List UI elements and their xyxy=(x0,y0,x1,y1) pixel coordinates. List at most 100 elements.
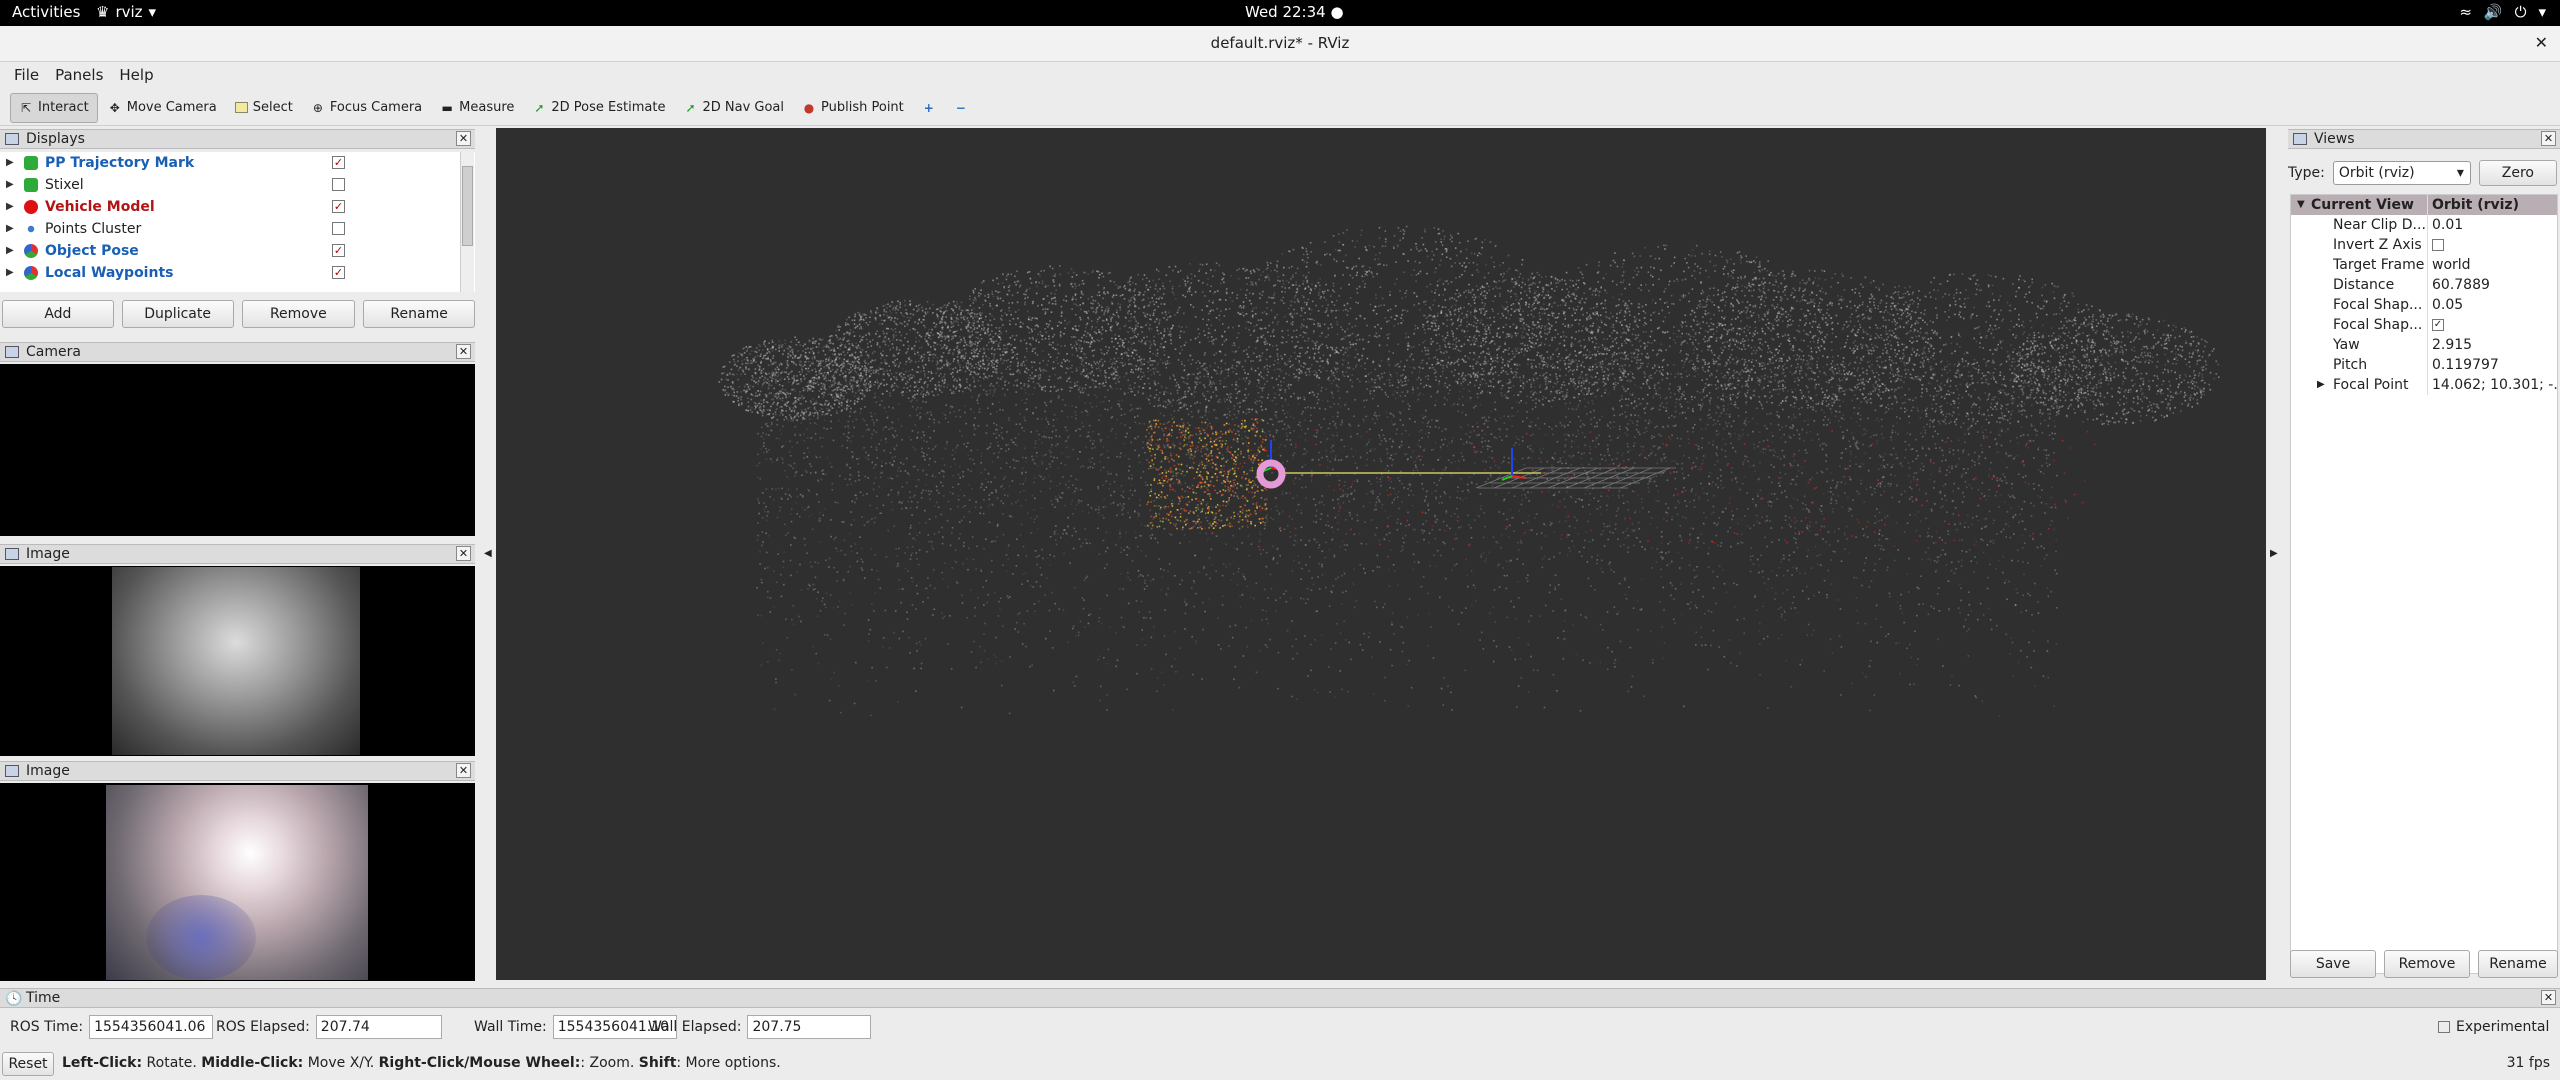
publish-point-tool[interactable]: ● Publish Point xyxy=(794,93,912,123)
clock[interactable]: Wed 22:34 ● xyxy=(1245,3,1344,21)
expand-icon[interactable]: ▶ xyxy=(6,240,14,262)
display-checkbox[interactable] xyxy=(332,178,345,191)
app-menu[interactable]: ♛ rviz ▾ xyxy=(96,3,156,21)
property-row[interactable]: ▶ Focal Point 14.062; 10.301; -... xyxy=(2291,375,2557,395)
wall-elapsed-field[interactable]: 207.75 xyxy=(747,1015,872,1039)
focal-shape-checkbox[interactable]: ✓ xyxy=(2427,315,2557,335)
expand-icon[interactable]: ▶ xyxy=(6,152,14,174)
property-value[interactable]: 0.119797 xyxy=(2427,355,2557,375)
close-icon[interactable]: ✕ xyxy=(456,344,471,359)
pose-estimate-label: 2D Pose Estimate xyxy=(551,100,666,115)
checkbox[interactable] xyxy=(2432,239,2444,251)
menu-help[interactable]: Help xyxy=(113,62,159,88)
display-item[interactable]: ▶ Stixel xyxy=(0,174,475,196)
display-item[interactable]: ▶ Local Waypoints ✓ xyxy=(0,262,475,284)
close-icon[interactable]: ✕ xyxy=(456,763,471,778)
move-camera-tool[interactable]: ✥ Move Camera xyxy=(100,93,225,123)
display-checkbox[interactable]: ✓ xyxy=(332,200,345,213)
property-row[interactable]: Focal Shap... 0.05 xyxy=(2291,295,2557,315)
time-panel-header: 🕓 Time ✕ xyxy=(0,988,2560,1008)
ros-time-field[interactable]: 1554356041.06 xyxy=(89,1015,214,1039)
display-item[interactable]: ▶ Vehicle Model ✓ xyxy=(0,196,475,218)
display-item[interactable]: ▶ Points Cluster xyxy=(0,218,475,240)
experimental-checkbox[interactable] xyxy=(2438,1021,2450,1033)
display-checkbox[interactable]: ✓ xyxy=(332,266,345,279)
property-row[interactable]: Yaw 2.915 xyxy=(2291,335,2557,355)
collapse-left-handle[interactable]: ◀ xyxy=(484,548,492,559)
interact-tool[interactable]: ⇱ Interact xyxy=(10,92,98,123)
property-value[interactable]: 0.01 xyxy=(2427,215,2557,235)
clock-icon: 🕓 xyxy=(5,991,23,1007)
monitor-icon xyxy=(5,346,19,358)
display-checkbox[interactable]: ✓ xyxy=(332,244,345,257)
property-row[interactable]: Invert Z Axis xyxy=(2291,235,2557,255)
render-viewport[interactable] xyxy=(496,128,2266,980)
crosshair-icon: ⊕ xyxy=(312,100,323,115)
focus-camera-tool[interactable]: ⊕ Focus Camera xyxy=(303,93,430,123)
hint-text: Move X/Y. xyxy=(303,1055,379,1071)
add-tool-button[interactable]: + xyxy=(914,93,944,123)
collapse-icon[interactable]: ▼ xyxy=(2297,195,2305,215)
system-tray[interactable]: ≈ 🔊 ⏻ ▾ xyxy=(2459,3,2546,21)
checkbox[interactable]: ✓ xyxy=(2432,319,2444,331)
current-view-row[interactable]: ▼ Current View Orbit (rviz) xyxy=(2291,195,2557,215)
close-icon[interactable]: ✕ xyxy=(2541,990,2556,1005)
pose-estimate-tool[interactable]: ➚ 2D Pose Estimate xyxy=(524,93,673,123)
property-value[interactable]: 2.915 xyxy=(2427,335,2557,355)
expand-icon[interactable]: ▶ xyxy=(2317,375,2325,395)
status-bar: Reset Left-Click: Rotate. Middle-Click: … xyxy=(0,1052,2560,1078)
close-icon[interactable]: ✕ xyxy=(456,131,471,146)
ros-elapsed-label: ROS Elapsed: xyxy=(216,1019,310,1035)
remove-view-button[interactable]: Remove xyxy=(2384,950,2470,978)
displays-scrollbar[interactable] xyxy=(460,152,474,292)
display-item[interactable]: ▶ Object Pose ✓ xyxy=(0,240,475,262)
property-row[interactable]: Pitch 0.119797 xyxy=(2291,355,2557,375)
property-value[interactable]: 0.05 xyxy=(2427,295,2557,315)
view-type-select[interactable]: Orbit (rviz) xyxy=(2332,161,2471,185)
green-cube-icon xyxy=(24,156,38,170)
remove-tool-button[interactable]: − xyxy=(946,93,976,123)
scrollbar-thumb[interactable] xyxy=(462,166,473,246)
add-display-button[interactable]: Add xyxy=(2,300,114,328)
menu-panels[interactable]: Panels xyxy=(49,62,109,88)
rename-display-button[interactable]: Rename xyxy=(363,300,475,328)
zero-button[interactable]: Zero xyxy=(2478,160,2557,186)
point-cloud-icon xyxy=(24,222,38,236)
property-value[interactable]: world xyxy=(2427,255,2557,275)
invert-z-checkbox[interactable] xyxy=(2427,235,2557,255)
select-label: Select xyxy=(252,100,293,115)
tool-bar: ⇱ Interact ✥ Move Camera Select ⊕ Focus Cam… xyxy=(0,90,2560,126)
property-row[interactable]: Target Frame world xyxy=(2291,255,2557,275)
measure-tool[interactable]: ▬ Measure xyxy=(432,93,522,123)
display-label: Points Cluster xyxy=(45,221,142,237)
save-view-button[interactable]: Save xyxy=(2290,950,2376,978)
close-icon[interactable]: ✕ xyxy=(2541,131,2556,146)
display-checkbox[interactable]: ✓ xyxy=(332,156,345,169)
property-value[interactable]: 60.7889 xyxy=(2427,275,2557,295)
expand-icon[interactable]: ▶ xyxy=(6,174,14,196)
display-item[interactable]: ▶ PP Trajectory Mark ✓ xyxy=(0,152,475,174)
expand-icon[interactable]: ▶ xyxy=(6,262,14,284)
property-row[interactable]: Focal Shap... ✓ xyxy=(2291,315,2557,335)
remove-display-button[interactable]: Remove xyxy=(241,300,356,328)
point-cloud-render xyxy=(718,225,2220,717)
nav-goal-tool[interactable]: ➚ 2D Nav Goal xyxy=(675,93,792,123)
rename-view-button[interactable]: Rename xyxy=(2478,950,2558,978)
duplicate-display-button[interactable]: Duplicate xyxy=(121,300,234,328)
close-icon[interactable]: ✕ xyxy=(2535,33,2548,52)
rviz-app-icon: ♛ xyxy=(96,3,110,21)
ros-elapsed-field[interactable]: 207.74 xyxy=(315,1015,442,1039)
property-value[interactable]: 14.062; 10.301; -... xyxy=(2427,375,2557,395)
close-icon[interactable]: ✕ xyxy=(456,546,471,561)
collapse-right-handle[interactable]: ▶ xyxy=(2270,548,2278,559)
activities-button[interactable]: Activities xyxy=(12,3,80,21)
display-checkbox[interactable] xyxy=(332,222,345,235)
property-row[interactable]: Distance 60.7889 xyxy=(2291,275,2557,295)
select-tool[interactable]: Select xyxy=(227,93,301,123)
power-icon: ⏻ xyxy=(2514,3,2527,21)
menu-file[interactable]: File xyxy=(8,62,45,88)
reset-button[interactable]: Reset xyxy=(2,1052,54,1076)
property-row[interactable]: Near Clip D... 0.01 xyxy=(2291,215,2557,235)
expand-icon[interactable]: ▶ xyxy=(6,218,14,240)
expand-icon[interactable]: ▶ xyxy=(6,196,14,218)
